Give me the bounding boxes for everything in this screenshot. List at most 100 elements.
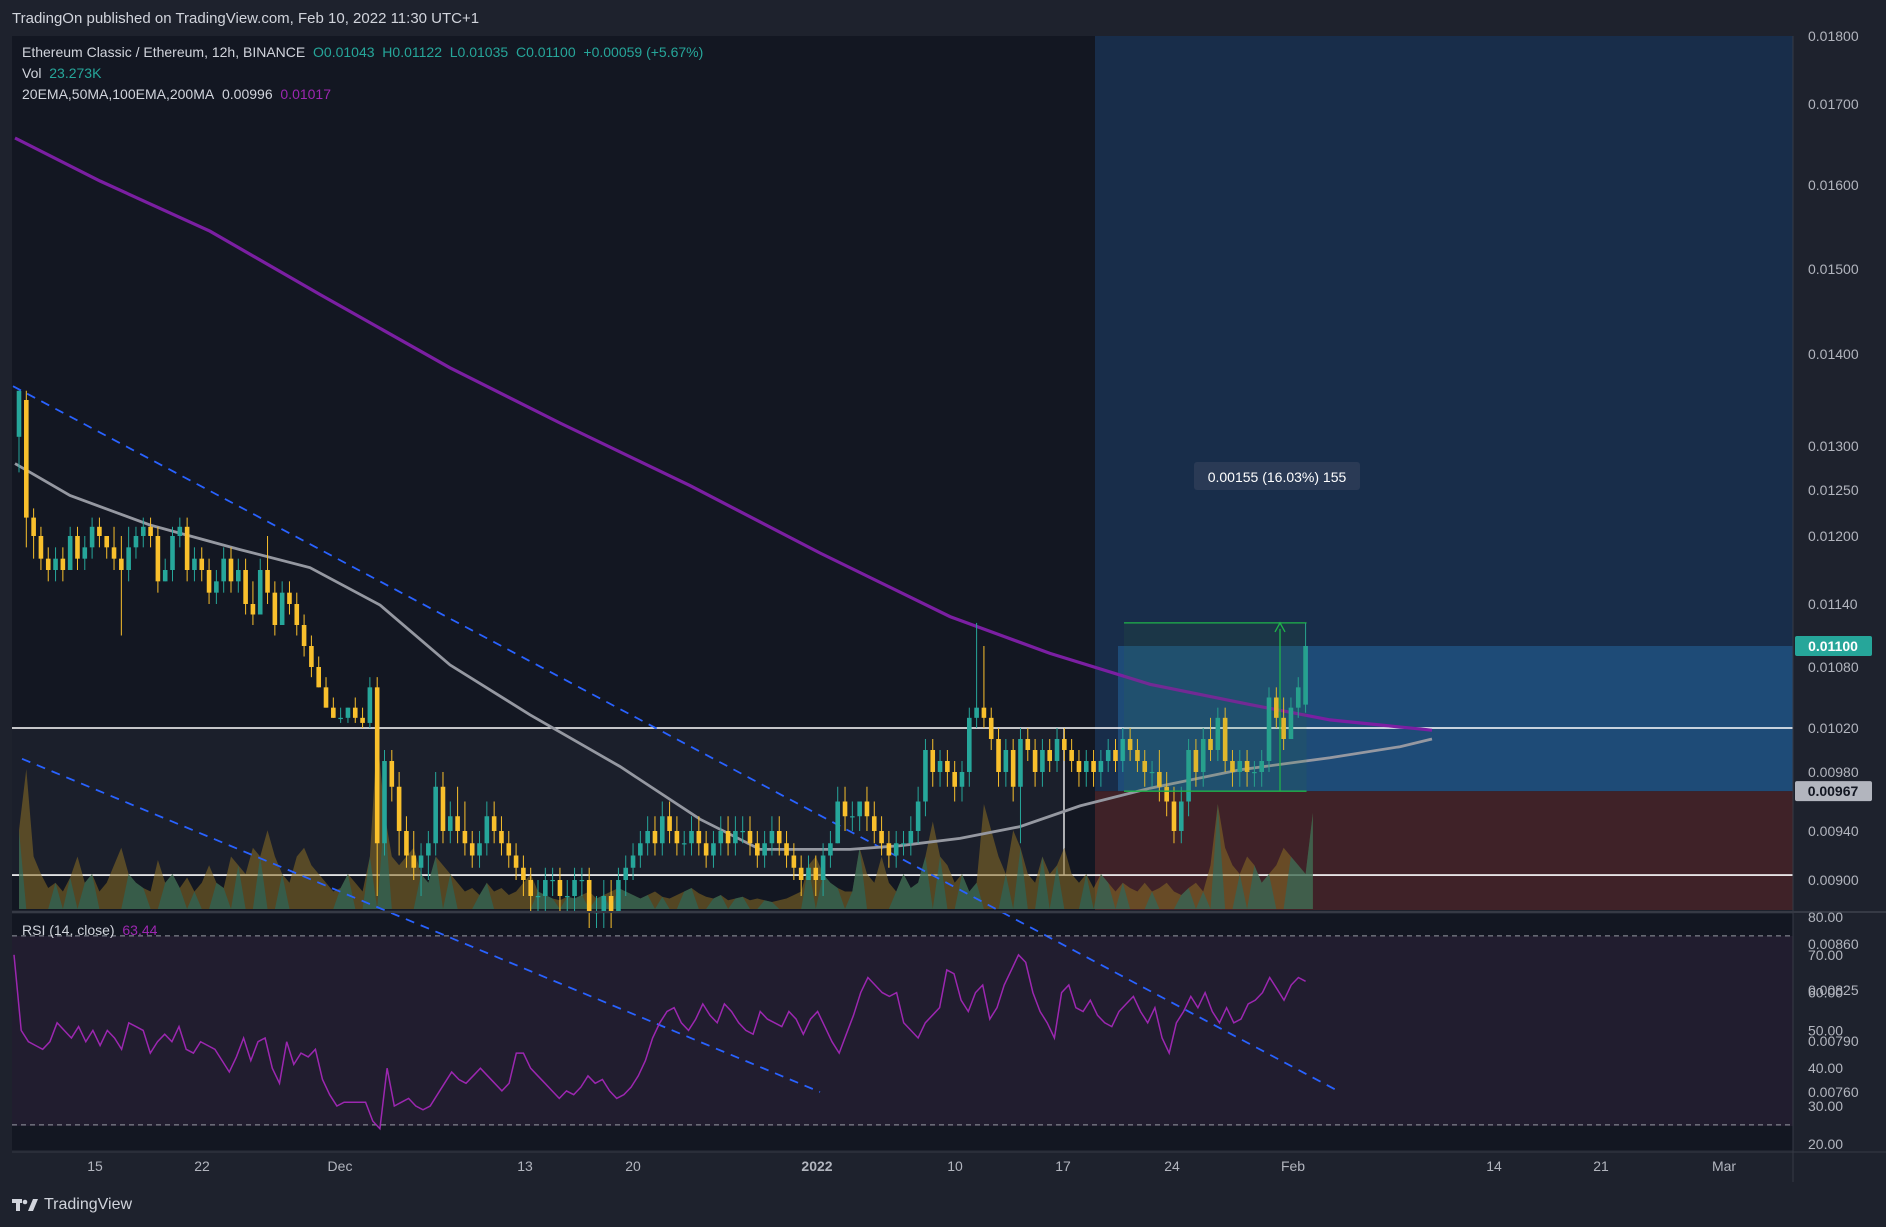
candle-body-122 [908,831,914,844]
candle-body-78 [586,880,592,912]
price-label-8: 0.01140 [1808,596,1858,612]
chart-canvas[interactable]: 0.00155 (16.03%) 155 0.01800 0.01700 0.016… [0,0,1886,1182]
tradingview-brand: TradingView [44,1195,133,1213]
legend-open: O0.01043 [313,44,375,60]
candle-body-68 [513,855,519,868]
candle-body-138 [1025,739,1031,750]
candle-body-43 [331,707,336,718]
candle-body-26 [206,570,212,593]
candle-body-10 [89,526,95,548]
candle-body-74 [557,880,563,896]
candle-body-95 [711,843,716,856]
tradingview-logo[interactable]: TradingView [12,1196,132,1214]
candle-body-123 [915,801,921,831]
legend-ma-value-2: 0.01017 [280,86,331,102]
price-label-9: 0.01080 [1808,659,1859,675]
candle-body-11 [97,526,102,536]
candle-body-37 [287,592,292,604]
candle-body-137 [1018,739,1023,787]
price-label-12: 0.00940 [1808,823,1859,839]
last-price-label: 0.01100 [1808,638,1858,654]
candle-body-148 [1098,761,1104,772]
candle-body-2 [31,517,36,536]
candle-body-87 [652,831,658,844]
candle-body-25 [199,558,205,570]
candle-body-134 [996,739,1001,772]
candle-body-71 [535,896,541,898]
price-label-2: 0.01600 [1808,177,1859,193]
candle-body-0 [16,390,22,437]
candle-body-9 [82,547,88,559]
candle-body-21 [170,536,175,570]
candle-body-109 [813,867,819,880]
candle-body-22 [177,526,183,536]
candle-body-66 [499,831,504,844]
candle-body-34 [265,570,270,593]
legend-vol-value: 23.273K [49,65,102,81]
candle-body-128 [952,772,957,787]
rsi-band-area [12,936,1793,1126]
legend-high: H0.01122 [382,44,442,60]
candle-body-45 [345,707,351,718]
candle-body-64 [484,816,490,844]
candle-body-5 [53,558,58,570]
candle-body-77 [579,880,585,882]
legend-ma-value-1: 0.00996 [222,86,273,102]
price-label-0: 0.01800 [1808,28,1859,44]
legend-change: +0.00059 (+5.67%) [583,44,704,60]
candle-body-60 [455,816,460,831]
candle-body-7 [67,536,73,570]
candle-body-40 [309,646,314,667]
candle-body-143 [1062,739,1067,750]
candle-body-35 [272,592,278,625]
candle-body-118 [879,831,884,844]
candle-body-91 [681,843,687,845]
candle-body-93 [696,831,702,844]
legend-rsi-row: RSI (14, close) 63.44 [22,922,157,938]
price-label-3: 0.01500 [1808,261,1859,277]
candle-body-75 [564,896,570,898]
candle-body-46 [352,707,358,718]
tradingview-logo-icon [12,1198,38,1211]
rsi-axis-label-2: 60.00 [1808,985,1843,1001]
candle-body-30 [236,570,241,582]
candle-body-52 [396,786,402,831]
candle-body-110 [820,855,826,880]
price-label-10: 0.01020 [1808,720,1859,736]
candle-body-61 [462,831,468,844]
candle-body-32 [250,604,256,615]
candle-body-100 [747,831,753,844]
rsi-axis-label-5: 30.00 [1808,1098,1843,1114]
candle-body-47 [360,717,365,723]
candle-body-112 [835,801,841,844]
candle-body-101 [755,843,760,856]
candle-body-159 [1178,801,1184,831]
candle-body-141 [1047,750,1053,761]
candle-body-51 [389,761,395,787]
legend-vol-label: Vol [22,65,42,81]
candle-body-14 [119,558,124,570]
candle-body-69 [521,867,526,880]
candle-body-55 [418,855,424,868]
candle-body-106 [791,855,797,868]
candle-body-29 [228,558,234,582]
candle-body-6 [60,558,66,570]
candle-body-53 [404,831,409,856]
candle-body-17 [140,526,146,536]
time-label-3: 13 [517,1158,533,1174]
candle-body-8 [75,536,80,559]
candle-body-92 [689,831,694,844]
price-label-13: 0.00900 [1808,872,1859,888]
time-label-9: Feb [1281,1158,1305,1174]
candle-body-147 [1091,761,1096,772]
time-label-5: 2022 [801,1158,832,1174]
candle-body-121 [901,843,906,845]
candle-body-124 [923,750,928,802]
legend-low: L0.01035 [449,44,509,60]
time-label-4: 20 [625,1158,641,1174]
candle-body-94 [703,843,709,856]
rsi-axis-label-6: 20.00 [1808,1136,1843,1152]
rsi-axis-label-3: 50.00 [1808,1022,1843,1038]
candle-body-3 [38,536,44,559]
rsi-axis-label-1: 70.00 [1808,947,1843,963]
